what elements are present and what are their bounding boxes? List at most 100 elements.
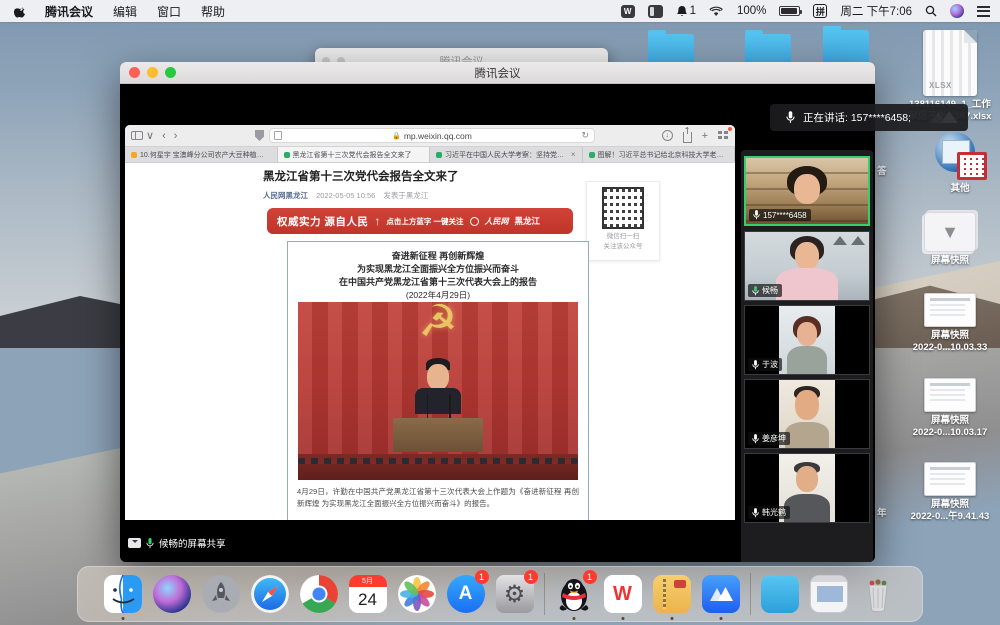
recording-indicator-dot (728, 127, 732, 131)
desktop-icon-screenshot-3[interactable]: 屏幕快照 2022-0...午9.41.43 (895, 462, 1000, 523)
participant-name-badge: 157****6458 (749, 209, 811, 221)
dock-finder[interactable] (103, 574, 143, 614)
back-button[interactable]: ‹ (162, 130, 166, 142)
browser-tab-1[interactable]: 10.何星宇 宝澳峰分公司农产大豆种植意愿及影响因素研... (125, 147, 278, 162)
follow-banner[interactable]: 权威实力 源自人民 ↑ 点击上方蓝字 一键关注 人民网 黑龙江 (267, 208, 573, 234)
calendar-icon: 5月 24 (349, 575, 387, 613)
wechat-favicon (436, 152, 442, 158)
dock-launchpad[interactable] (201, 574, 241, 614)
desktop-icon-screenshot-1[interactable]: 屏幕快照 2022-0...10.03.33 (895, 293, 1000, 354)
desktop-icon-screenshot-stack[interactable]: ▼ 屏幕快照 (895, 212, 1000, 267)
siri-icon[interactable] (950, 4, 964, 18)
browser-tab-4[interactable]: 图解！习近平总书记给北京科技大学老教授回信| (583, 147, 736, 162)
screen-share-status: 候畅的屏幕共享 (128, 536, 226, 550)
forward-button[interactable]: › (174, 130, 178, 142)
sidebar-chevron-icon[interactable]: ∨ (146, 129, 154, 142)
dock-chrome[interactable] (299, 574, 339, 614)
trash-icon (859, 575, 897, 613)
desktop-icon-other[interactable]: 其他 (905, 130, 1000, 195)
downloads-icon[interactable]: ↓ (662, 130, 673, 141)
tab-overview-icon[interactable] (718, 131, 729, 140)
tab-close-icon[interactable]: × (571, 150, 576, 159)
dock-calendar[interactable]: 5月 24 (348, 574, 388, 614)
participant-tile-5[interactable]: 韩光鹤 (744, 453, 870, 523)
dock-settings[interactable]: ⚙ 1 (495, 574, 535, 614)
participant-tile-3[interactable]: 于波 (744, 305, 870, 375)
participant-name-badge: 姜彦坤 (748, 432, 790, 445)
wps-status-icon[interactable]: W (621, 5, 635, 18)
podium (393, 418, 483, 452)
menu-bar: 腾讯会议 编辑 窗口 帮助 W 1 100% 拼 周二 下午7:06 (0, 0, 1000, 22)
peoples-daily-logo (470, 217, 479, 226)
running-indicator (572, 617, 575, 620)
dock-archive-utility[interactable] (652, 574, 692, 614)
wifi-icon[interactable] (709, 6, 724, 17)
notification-center-icon[interactable] (977, 6, 990, 17)
menu-help[interactable]: 帮助 (201, 3, 225, 20)
participant-tile-1[interactable]: 157****6458 (744, 156, 870, 226)
speaking-indicator-tooltip: 正在讲话: 157****6458; (770, 104, 968, 131)
zip-folder-icon (653, 575, 691, 613)
dock-wps[interactable]: W (603, 574, 643, 614)
share-icon[interactable] (683, 132, 692, 143)
menu-edit[interactable]: 编辑 (113, 3, 137, 20)
participant-name-badge: 韩光鹤 (748, 506, 790, 519)
article-source-link[interactable]: 人民网黑龙江 (263, 191, 308, 200)
participant-name-badge: 于波 (748, 358, 782, 371)
party-emblem-icon: ☭ (418, 302, 457, 347)
notification-bell-icon[interactable]: 1 (676, 5, 696, 18)
running-indicator (621, 617, 624, 620)
dock-photos[interactable] (397, 574, 437, 614)
app-status-icon[interactable] (648, 5, 663, 18)
meeting-logo-icon (702, 575, 740, 613)
shared-safari-window: ∨ ‹ › 🔒 mp.weixin.qq.com ↻ ↓ + (125, 125, 735, 520)
url-field[interactable]: 🔒 mp.weixin.qq.com ↻ (269, 128, 595, 143)
chrome-icon (300, 575, 338, 613)
sidebar-toggle-icon[interactable] (131, 131, 143, 140)
meeting-logo-watermark (928, 107, 962, 127)
browser-tab-3[interactable]: 习近平在中国人民大学考察：坚持党的领导传承红色基... × (430, 147, 583, 162)
input-method-icon[interactable]: 拼 (813, 4, 827, 18)
browser-toolbar: ∨ ‹ › 🔒 mp.weixin.qq.com ↻ ↓ + (125, 125, 735, 147)
screenshot-file-icon (924, 462, 976, 496)
menu-app-name[interactable]: 腾讯会议 (45, 3, 93, 20)
participant-name-badge: 候畅 (748, 284, 782, 297)
menu-bar-clock[interactable]: 周二 下午7:06 (840, 3, 912, 19)
finder-icon (104, 575, 142, 613)
browser-tab-bar: 10.何星宇 宝澳峰分公司农产大豆种植意愿及影响因素研... 黑龙江省第十三次党… (125, 147, 735, 163)
participant-tile-4[interactable]: 姜彦坤 (744, 379, 870, 449)
browser-tab-2-active[interactable]: 黑龙江省第十三次党代会报告全文来了 (278, 147, 431, 162)
running-indicator (121, 617, 124, 620)
dock: 5月 24 A 1 ⚙ 1 (77, 566, 923, 622)
dock-tencent-meeting[interactable] (701, 574, 741, 614)
window-titlebar[interactable]: 腾讯会议 (120, 62, 875, 84)
menu-window[interactable]: 窗口 (157, 3, 181, 20)
reader-mode-icon[interactable] (274, 131, 282, 140)
dock-downloads-folder[interactable] (760, 574, 800, 614)
mic-icon (753, 210, 760, 220)
spotlight-search-icon[interactable] (925, 5, 937, 17)
participant-tile-2[interactable]: 候畅 (744, 231, 870, 301)
mic-icon (752, 434, 759, 444)
wechat-favicon (589, 152, 595, 158)
article-title: 黑龙江省第十三次党代会报告全文来了 (263, 168, 459, 184)
new-tab-button[interactable]: + (702, 130, 708, 142)
dock-safari[interactable] (250, 574, 290, 614)
dock-trash[interactable] (858, 574, 898, 614)
qq-badge: 1 (583, 570, 597, 584)
desktop-folder[interactable] (823, 30, 869, 64)
padlock-icon: 🔒 (392, 132, 401, 140)
apple-menu-icon[interactable] (14, 4, 27, 18)
dock-minimized-window[interactable] (809, 574, 849, 614)
screenshot-file-icon (924, 378, 976, 412)
share-label: 候畅的屏幕共享 (159, 536, 226, 550)
photos-icon (398, 575, 436, 613)
privacy-shield-icon[interactable] (255, 130, 264, 141)
reload-icon[interactable]: ↻ (581, 130, 589, 141)
dock-qq[interactable]: 1 (554, 574, 594, 614)
dock-appstore[interactable]: A 1 (446, 574, 486, 614)
calendar-month: 5月 (349, 575, 387, 587)
desktop-icon-screenshot-2[interactable]: 屏幕快照 2022-0...10.03.17 (895, 378, 1000, 439)
dock-siri[interactable] (152, 574, 192, 614)
speaker-figure (427, 364, 449, 390)
